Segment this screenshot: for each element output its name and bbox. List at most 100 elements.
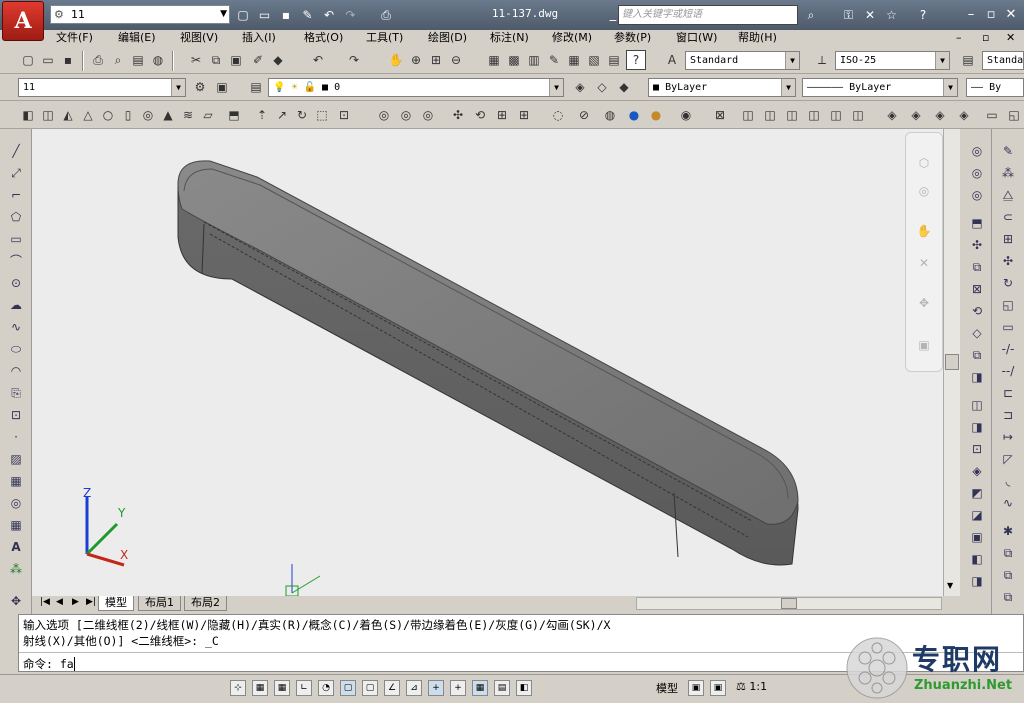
revision-cloud-icon[interactable]: ☁ [5,295,27,315]
print-preview-icon[interactable]: ⌕ [108,50,128,70]
vertical-scrollbar[interactable]: ▼ [943,129,960,596]
horizontal-scrollbar[interactable] [636,597,942,610]
doc-minimize-button[interactable]: – [956,30,962,46]
ellipse-icon[interactable]: ⬭ [5,339,27,359]
window-restore-button[interactable]: ▫ [982,6,1000,24]
menu-modify[interactable]: 修改(M) [552,30,592,46]
view-front-icon[interactable]: ◫ [826,105,846,125]
helix-icon[interactable]: ≋ [178,105,198,125]
scale-icon[interactable]: ◱ [997,295,1019,315]
tab-prev-icon[interactable]: ◀ [56,597,63,607]
lineweight-select[interactable]: —— By [966,78,1024,97]
clean-icon[interactable]: ◈ [966,461,988,481]
offset-faces-icon[interactable]: ⧉ [966,257,988,277]
print-icon[interactable]: ⎙ [377,6,395,24]
interfere-icon[interactable]: ◎ [418,105,438,125]
model-space-label[interactable]: 模型 [656,680,678,696]
steering-wheel-icon[interactable]: ◎ [913,181,935,201]
print-icon[interactable]: ⎙ [88,50,108,70]
rectangle-icon[interactable]: ▭ [5,229,27,249]
menu-file[interactable]: 文件(F) [56,30,93,46]
visual-style-wireframe-icon[interactable]: ◌ [548,105,568,125]
tab-layout1[interactable]: 布局1 [138,596,181,611]
multiline-text-icon[interactable]: A [5,537,27,557]
search-input[interactable]: 键入关键字或短语 [618,5,798,25]
blend-icon[interactable]: ∿ [997,493,1019,513]
ellipse-arc-icon[interactable]: ◠ [5,361,27,381]
properties-icon[interactable]: ▦ [484,50,504,70]
rotate-faces-icon[interactable]: ⟲ [966,301,988,321]
add-selected-icon[interactable]: ⁂ [5,559,27,579]
3d-move-icon[interactable]: ✣ [448,105,468,125]
new-icon[interactable]: ▢ [18,50,38,70]
transparency-icon[interactable]: ▦ [472,680,488,696]
move-icon[interactable]: ✣ [997,251,1019,271]
redo-icon[interactable]: ↷ [344,50,364,70]
visual-style-conceptual-icon[interactable]: ● [624,105,644,125]
window-minimize-button[interactable]: – [962,6,980,24]
new-file-icon[interactable]: ▢ [234,6,252,24]
calculator-icon[interactable]: ▤ [604,50,624,70]
color-edges-icon[interactable]: ◨ [966,417,988,437]
pan-icon[interactable]: ✋ [913,221,935,241]
ucs-small-icon[interactable]: ✥ [5,591,27,611]
view-right-icon[interactable]: ◫ [804,105,824,125]
quick-properties-icon[interactable]: ▤ [494,680,510,696]
key-icon[interactable]: ⚿ [840,6,858,24]
scroll-down-icon[interactable]: ▼ [947,581,953,590]
dim-style-select[interactable]: ISO-25 ▼ [835,51,950,70]
spline-icon[interactable]: ∿ [5,317,27,337]
wedge-icon[interactable]: ◭ [58,105,78,125]
menu-parametric[interactable]: 参数(P) [614,30,651,46]
paste-icon[interactable]: ▣ [226,50,246,70]
tab-layout2[interactable]: 布局2 [184,596,227,611]
color-select[interactable]: ■ ByLayer ▼ [648,78,796,97]
torus-icon[interactable]: ◎ [138,105,158,125]
erase-icon[interactable]: ✎ [997,141,1019,161]
loft-icon[interactable]: ⬚ [312,105,332,125]
text-style-select[interactable]: Standard ▼ [685,51,800,70]
table-style-select[interactable]: Standa [982,51,1024,70]
copy-faces-icon[interactable]: ⧉ [966,345,988,365]
save-icon[interactable]: ▪ [58,50,78,70]
view-nw-iso-icon[interactable]: ◈ [954,105,974,125]
open-icon[interactable]: ▭ [38,50,58,70]
linetype-select[interactable]: —————— ByLayer ▼ [802,78,958,97]
explode-icon[interactable]: ✱ [997,521,1019,541]
object-snap-tracking-icon[interactable]: ∠ [384,680,400,696]
sphere-icon[interactable]: ○ [98,105,118,125]
draworder-front-icon[interactable]: ⧉ [997,565,1019,585]
view-top-icon[interactable]: ◫ [738,105,758,125]
lineweight-icon[interactable]: + [450,680,466,696]
pan-icon[interactable]: ✋ [386,50,406,70]
help-icon[interactable]: ? [626,50,646,70]
box-icon[interactable]: ◫ [38,105,58,125]
3d-object-snap-icon[interactable]: ▢ [362,680,378,696]
orbit-icon[interactable]: ✥ [913,293,935,313]
ortho-mode-icon[interactable]: ∟ [296,680,312,696]
block-editor-icon[interactable]: ◆ [268,50,288,70]
view-left-icon[interactable]: ◫ [782,105,802,125]
polysolid-icon[interactable]: ◧ [18,105,38,125]
circle-icon[interactable]: ⊙ [5,273,27,293]
menu-tools[interactable]: 工具(T) [366,30,403,46]
delete-faces-icon[interactable]: ⊠ [966,279,988,299]
view-sw-iso-icon[interactable]: ◈ [882,105,902,125]
command-input[interactable]: 命令: fa [23,656,82,672]
binoculars-icon[interactable]: ⌕ [802,6,820,24]
menu-draw[interactable]: 绘图(D) [428,30,467,46]
menu-window[interactable]: 窗口(W) [676,30,717,46]
menu-insert[interactable]: 插入(I) [242,30,276,46]
revolve-icon[interactable]: ↻ [292,105,312,125]
sheet-set-icon[interactable]: ✎ [544,50,564,70]
zoom-icon[interactable]: ✕ [913,253,935,273]
save-icon[interactable]: ▪ [277,6,295,24]
fillet-icon[interactable]: ◟ [997,471,1019,491]
union-icon[interactable]: ⊡ [334,105,354,125]
view-back-icon[interactable]: ◫ [848,105,868,125]
undo-icon[interactable]: ↶ [308,50,328,70]
join-icon[interactable]: ↦ [997,427,1019,447]
extrude-faces-icon[interactable]: ⬒ [966,213,988,233]
break-icon[interactable]: ⊐ [997,405,1019,425]
draworder-back-icon[interactable]: ⧉ [997,587,1019,607]
